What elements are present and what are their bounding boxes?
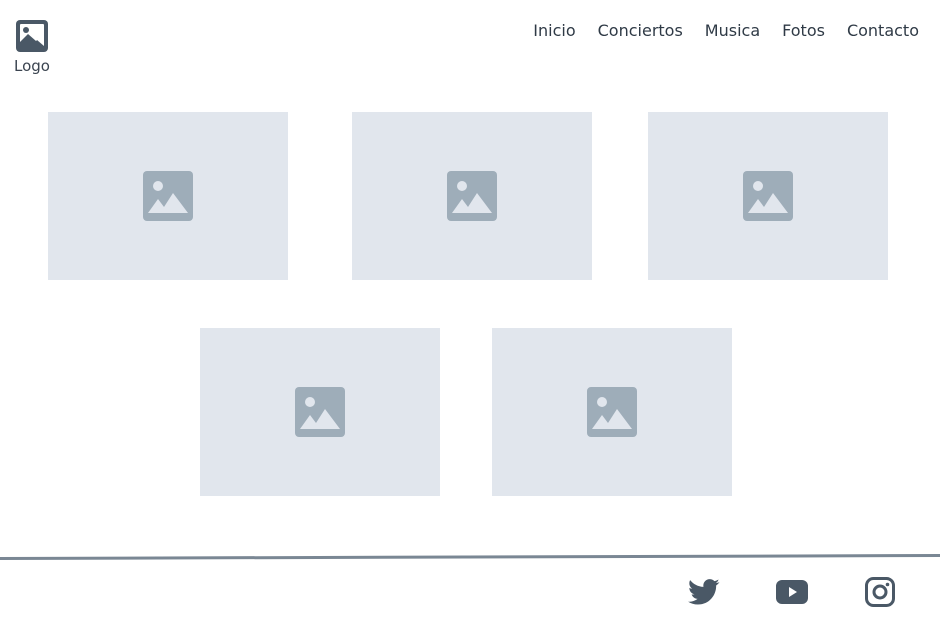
gallery-image-5[interactable] [492,328,732,496]
page: Logo Inicio Conciertos Musica Fotos Cont… [0,0,940,624]
logo-label: Logo [14,57,50,75]
instagram-icon[interactable] [864,576,896,608]
nav-item-inicio[interactable]: Inicio [533,20,575,42]
nav-item-conciertos[interactable]: Conciertos [598,20,683,42]
gallery-image-3[interactable] [648,112,888,280]
footer-divider [0,554,940,560]
logo[interactable]: Logo [12,20,52,75]
gallery-image-1[interactable] [48,112,288,280]
main-nav: Inicio Conciertos Musica Fotos Contacto [533,20,919,42]
image-placeholder-icon [295,387,345,437]
twitter-icon[interactable] [688,576,720,608]
image-placeholder-icon [143,171,193,221]
youtube-icon[interactable] [776,576,808,608]
nav-item-contacto[interactable]: Contacto [847,20,919,42]
image-placeholder-icon [587,387,637,437]
nav-item-musica[interactable]: Musica [705,20,760,42]
gallery-image-4[interactable] [200,328,440,496]
gallery-image-2[interactable] [352,112,592,280]
image-placeholder-icon [743,171,793,221]
image-icon [16,20,48,52]
image-placeholder-icon [447,171,497,221]
nav-item-fotos[interactable]: Fotos [782,20,825,42]
